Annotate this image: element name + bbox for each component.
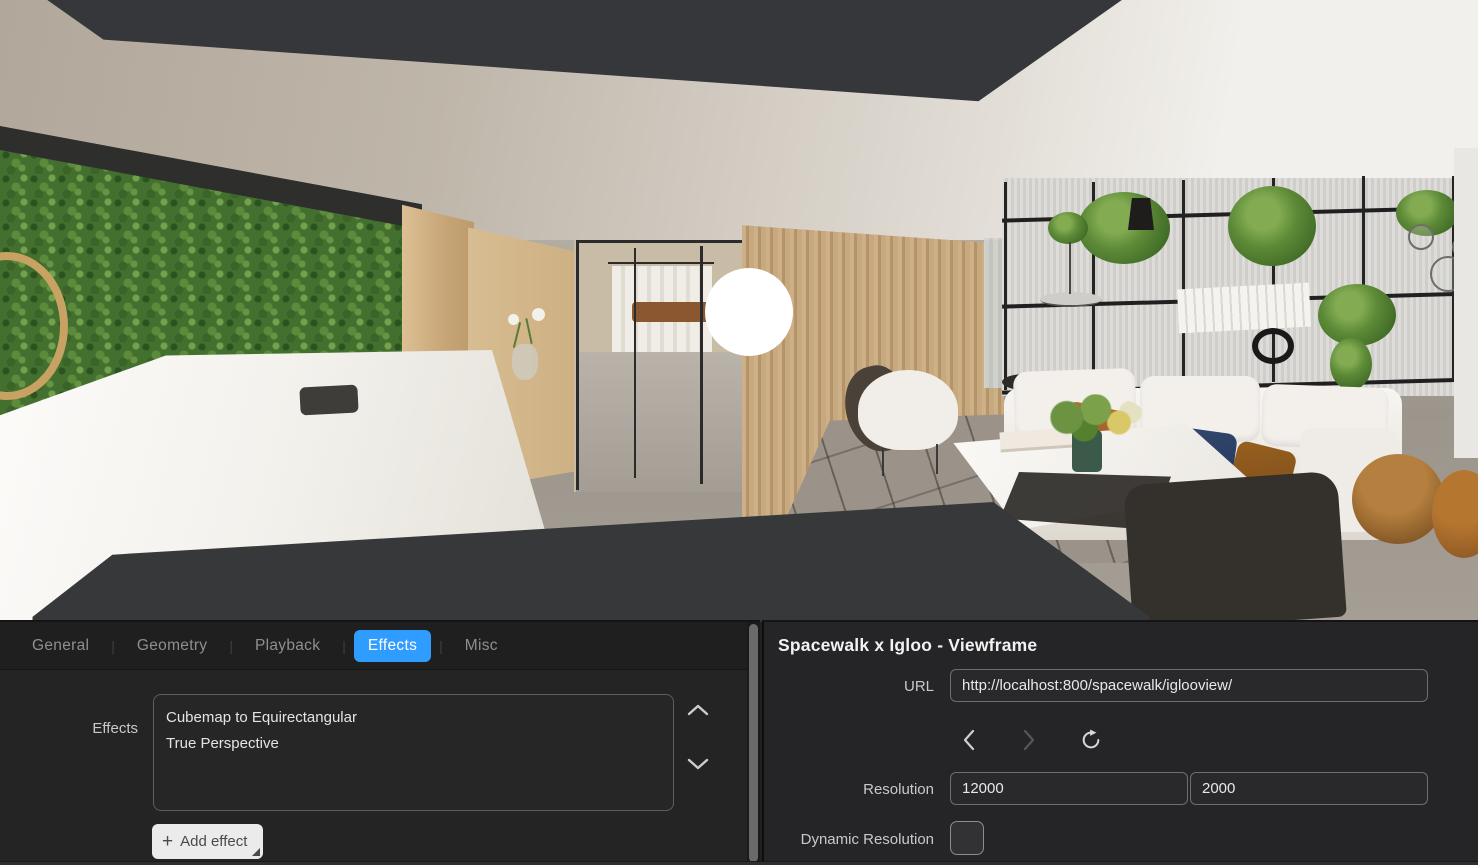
panel-scrollbar-track[interactable] <box>747 622 760 865</box>
dropdown-corner-icon <box>252 848 260 856</box>
door-frame <box>634 248 636 478</box>
app-window: General | Geometry | Playback | Effects … <box>0 0 1478 865</box>
wood-stool <box>1352 454 1444 544</box>
effects-list-item[interactable]: Cubemap to Equirectangular <box>154 705 673 731</box>
flower <box>532 308 545 321</box>
tab-geometry[interactable]: Geometry <box>123 630 221 662</box>
door-lintel <box>576 240 744 243</box>
tab-playback[interactable]: Playback <box>241 630 334 662</box>
flower-arrangement <box>1032 394 1148 446</box>
url-label: URL <box>764 678 934 695</box>
forward-button[interactable] <box>1010 720 1048 760</box>
effects-label: Effects <box>0 720 138 737</box>
tab-divider: | <box>229 638 233 654</box>
chevron-up-icon[interactable] <box>686 702 710 718</box>
url-input[interactable] <box>950 669 1428 702</box>
flower <box>508 314 519 325</box>
effects-list-item[interactable]: True Perspective <box>154 731 673 757</box>
corridor-far-chairs <box>632 302 710 322</box>
shelf-plant <box>1318 284 1396 346</box>
refresh-icon <box>1080 729 1102 751</box>
dark-lounge-chair <box>1123 471 1347 622</box>
disc-lamp <box>1040 292 1102 307</box>
panel-bottom-edge <box>0 861 1478 865</box>
resolution-label: Resolution <box>764 781 934 798</box>
armchair-leg <box>936 444 938 474</box>
dynamic-resolution-checkbox[interactable] <box>950 821 984 855</box>
chevron-left-icon <box>961 729 977 751</box>
shelf-plant <box>1078 192 1170 264</box>
resolution-height-input[interactable] <box>1190 772 1428 805</box>
pendant-light <box>1408 224 1434 250</box>
panorama-viewport[interactable] <box>0 0 1478 622</box>
desk-vase <box>512 344 538 380</box>
black-vase <box>1128 198 1154 230</box>
corridor-floor <box>576 352 746 492</box>
door-frame <box>576 240 579 490</box>
lamp-stem <box>1069 242 1071 294</box>
books <box>1177 283 1311 334</box>
refresh-button[interactable] <box>1072 720 1110 760</box>
view-center-marker <box>705 268 793 356</box>
browser-nav-controls <box>950 720 1210 760</box>
add-effect-label: Add effect <box>180 833 247 850</box>
chevron-down-icon[interactable] <box>686 756 710 772</box>
shelf-post <box>1182 180 1185 386</box>
viewframe-panel: Spacewalk x Igloo - Viewframe URL <box>762 620 1478 865</box>
viewframe-title: Spacewalk x Igloo - Viewframe <box>778 635 1037 656</box>
sheer-curtain <box>1454 148 1478 458</box>
dynamic-resolution-label: Dynamic Resolution <box>764 831 934 848</box>
settings-tabbar: General | Geometry | Playback | Effects … <box>0 622 760 670</box>
desk-chair <box>299 385 358 416</box>
tab-misc[interactable]: Misc <box>451 630 512 662</box>
door-lintel <box>608 262 714 264</box>
chevron-right-icon <box>1021 729 1037 751</box>
tab-divider: | <box>342 638 346 654</box>
shelf-plant <box>1048 212 1088 244</box>
effects-reorder-controls <box>686 688 714 818</box>
effects-list[interactable]: Cubemap to Equirectangular True Perspect… <box>153 694 674 811</box>
resolution-width-input[interactable] <box>950 772 1188 805</box>
armchair-leg <box>882 448 884 476</box>
panel-scrollbar-thumb[interactable] <box>749 624 758 862</box>
back-button[interactable] <box>950 720 988 760</box>
ring-sculpture <box>1252 328 1294 364</box>
settings-panel: General | Geometry | Playback | Effects … <box>0 620 760 865</box>
plus-icon: + <box>162 832 173 851</box>
hanging-plant <box>1330 338 1372 390</box>
add-effect-button[interactable]: + Add effect <box>152 824 263 859</box>
shelf-post <box>1004 182 1007 390</box>
tab-effects[interactable]: Effects <box>354 630 431 662</box>
door-frame <box>700 246 703 484</box>
tab-general[interactable]: General <box>18 630 103 662</box>
shelf-plant <box>1228 186 1316 266</box>
armchair <box>858 370 958 450</box>
tab-divider: | <box>111 638 115 654</box>
tab-divider: | <box>439 638 443 654</box>
